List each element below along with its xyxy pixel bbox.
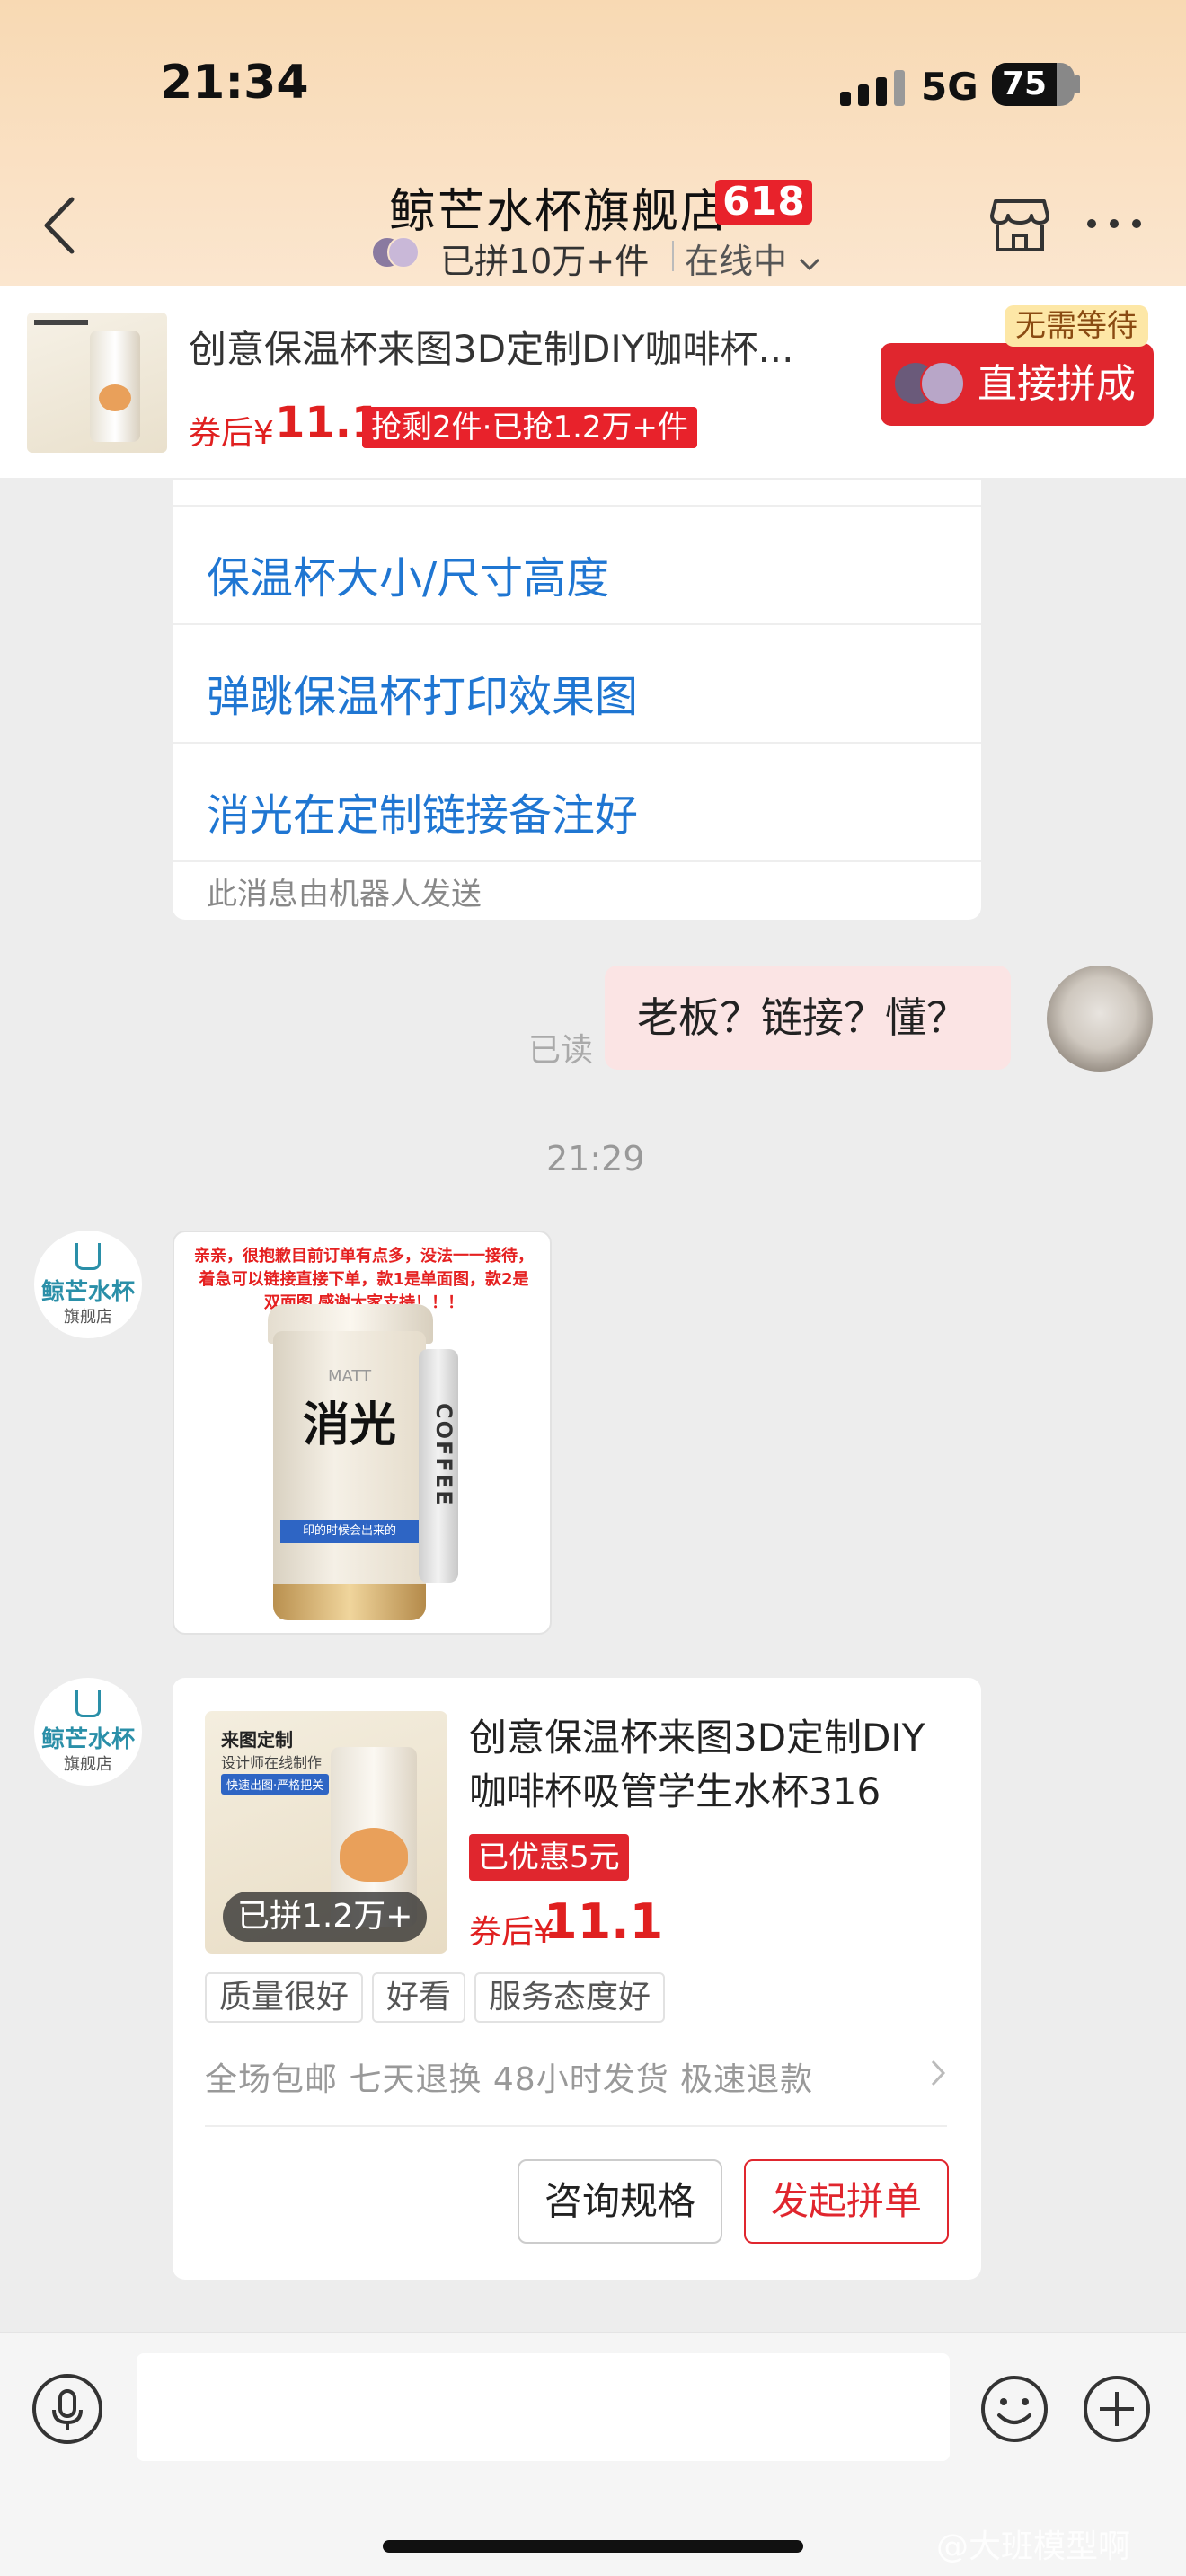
review-tag[interactable]: 服务态度好 bbox=[474, 1972, 666, 2023]
shop-avatar[interactable]: 鲸芒水杯 旗舰店 bbox=[34, 1231, 142, 1338]
header-divider bbox=[672, 241, 674, 271]
thumb-title: 来图定制 bbox=[221, 1729, 293, 1751]
online-status-label: 在线中 bbox=[685, 242, 788, 281]
back-icon[interactable] bbox=[38, 194, 83, 257]
consult-spec-button[interactable]: 咨询规格 bbox=[518, 2159, 722, 2244]
review-tags: 质量很好 好看 服务态度好 bbox=[205, 1972, 674, 2023]
read-receipt: 已读 bbox=[528, 1032, 594, 1069]
review-tag[interactable]: 好看 bbox=[372, 1972, 466, 2023]
battery-cap bbox=[1075, 75, 1080, 93]
message-timestamp: 21:29 bbox=[546, 1139, 645, 1178]
store-icon[interactable] bbox=[990, 198, 1049, 253]
cup-icon bbox=[75, 1690, 101, 1717]
start-group-buy-button[interactable]: 发起拼单 bbox=[744, 2159, 949, 2244]
shop-title[interactable]: 鲸芒水杯旗舰店 bbox=[389, 173, 729, 241]
network-type: 5G bbox=[921, 65, 978, 109]
thumb-tag: 快速出图·严格把关 bbox=[221, 1774, 330, 1795]
sold-pill: 已拼1.2万+ bbox=[223, 1892, 428, 1942]
cup-band-text: 印的时候会出来的 bbox=[280, 1520, 419, 1543]
battery-level: 75 bbox=[1001, 66, 1048, 102]
cup-base bbox=[273, 1584, 426, 1620]
status-time: 21:34 bbox=[160, 56, 309, 110]
home-indicator[interactable] bbox=[383, 2540, 803, 2553]
faq-link-label[interactable]: 保温杯大小/尺寸高度 bbox=[207, 543, 609, 605]
message-input[interactable] bbox=[137, 2353, 950, 2461]
promo-badge: 618 bbox=[715, 180, 812, 225]
faq-link[interactable]: 保温杯大小/尺寸高度 bbox=[173, 507, 981, 625]
image-message[interactable]: 亲亲，很抱歉目前订单有点多，没法一一接待，着急可以链接直接下单，款1是单面图，款… bbox=[173, 1231, 552, 1635]
shop-avatar-sub: 旗舰店 bbox=[64, 1755, 112, 1774]
robot-message-card: 保温杯大小/尺寸高度 弹跳保温杯打印效果图 消光在定制链接备注好 bbox=[173, 480, 981, 920]
watermark: @大班模型啊 bbox=[936, 2528, 1131, 2565]
shop-avatar-name: 鲸芒水杯 bbox=[40, 1279, 135, 1306]
faq-link-label[interactable]: 弹跳保温杯打印效果图 bbox=[207, 661, 638, 724]
online-status[interactable]: 在线中 bbox=[685, 234, 821, 283]
product-price: 11.1 bbox=[544, 1893, 664, 1950]
faq-link[interactable]: 消光在定制链接备注好 bbox=[173, 744, 981, 862]
faq-link-label[interactable]: 消光在定制链接备注好 bbox=[207, 780, 638, 842]
card-divider bbox=[205, 2125, 947, 2127]
more-icon[interactable] bbox=[1085, 216, 1143, 234]
buyer-avatars-small bbox=[893, 361, 969, 406]
no-wait-badge: 无需等待 bbox=[1005, 305, 1148, 347]
product-title[interactable]: 创意保温杯来图3D定制DIY咖啡杯吸管学生水杯316 bbox=[469, 1711, 954, 1819]
shop-avatar-name: 鲸芒水杯 bbox=[40, 1726, 135, 1753]
banner-title[interactable]: 创意保温杯来图3D定制DIY咖啡杯... bbox=[189, 319, 854, 374]
banner-product-image[interactable] bbox=[27, 313, 167, 453]
voice-button[interactable] bbox=[32, 2374, 102, 2444]
chevron-down-icon bbox=[800, 258, 820, 270]
strap-text: COFFEE bbox=[431, 1403, 456, 1507]
cup-big-text: 消光 bbox=[302, 1398, 396, 1452]
review-tag[interactable]: 质量很好 bbox=[205, 1972, 364, 2023]
thumb-subtitle: 设计师在线制作 bbox=[221, 1754, 323, 1771]
plus-icon[interactable] bbox=[1082, 2374, 1152, 2444]
battery-icon: 75 bbox=[992, 63, 1075, 106]
buyer-avatars bbox=[371, 236, 434, 272]
thumb-dog bbox=[340, 1828, 408, 1882]
outgoing-message[interactable]: 老板？链接？懂？ bbox=[605, 966, 1011, 1070]
cup-strap: COFFEE bbox=[419, 1349, 458, 1583]
emoji-icon[interactable] bbox=[979, 2374, 1049, 2444]
robot-note: 此消息由机器人发送 bbox=[207, 877, 482, 913]
chevron-right-icon[interactable] bbox=[929, 2059, 947, 2087]
mic-icon bbox=[52, 2389, 83, 2430]
price-label: 券后¥ bbox=[469, 1914, 554, 1951]
cup-icon bbox=[75, 1243, 101, 1270]
my-avatar[interactable] bbox=[1047, 966, 1153, 1072]
service-guarantees[interactable]: 全场包邮 七天退换 48小时发货 极速退款 bbox=[205, 2053, 813, 2100]
banner-sale-tag: 抢剩2件·已抢1.2万+件 bbox=[362, 407, 697, 448]
banner-price-label: 券后¥ bbox=[189, 415, 274, 452]
cup-brand: MATT bbox=[327, 1367, 372, 1386]
signal-icon bbox=[840, 70, 910, 106]
shop-avatar-sub: 旗舰店 bbox=[64, 1308, 112, 1327]
discount-tag: 已优惠5元 bbox=[469, 1834, 629, 1881]
sold-count: 已拼10万+件 bbox=[440, 242, 650, 281]
shop-avatar[interactable]: 鲸芒水杯 旗舰店 bbox=[34, 1678, 142, 1786]
faq-link[interactable]: 弹跳保温杯打印效果图 bbox=[173, 625, 981, 744]
